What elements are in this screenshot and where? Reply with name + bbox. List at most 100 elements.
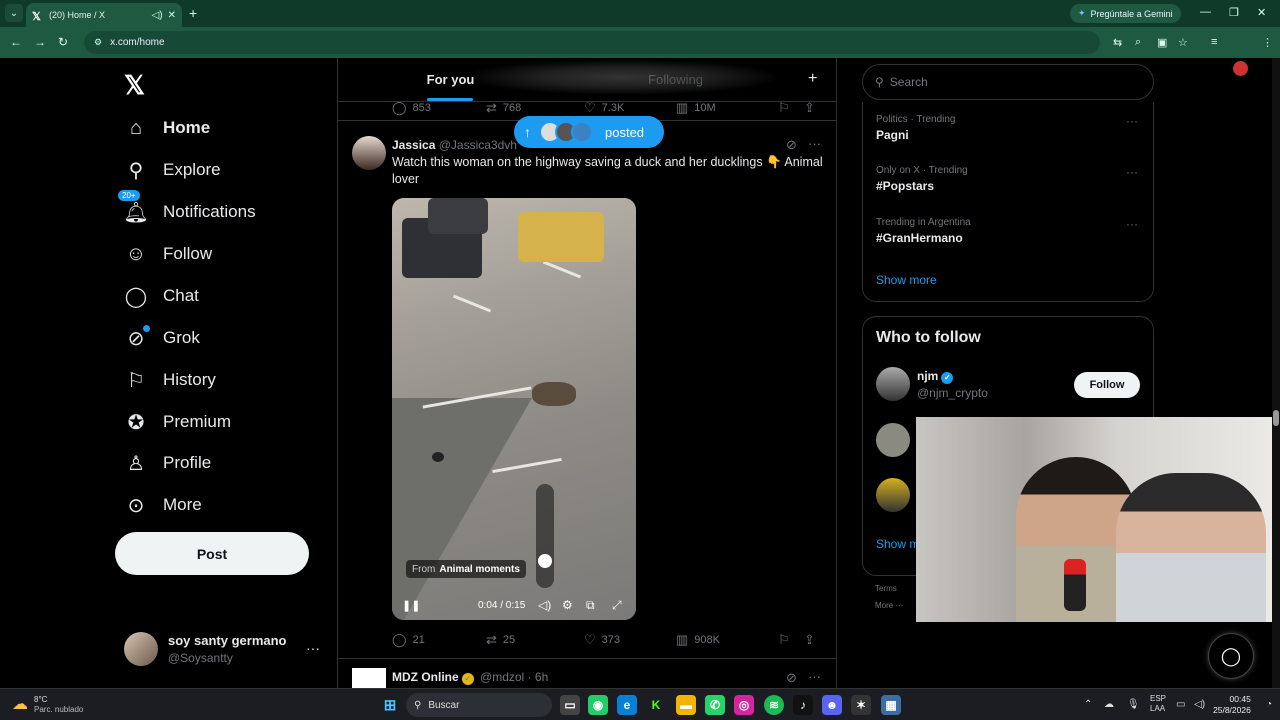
- back-icon[interactable]: ←: [10, 35, 22, 49]
- more-icon[interactable]: ···: [1126, 217, 1138, 231]
- windows-start-icon[interactable]: ⊞: [380, 695, 400, 715]
- onedrive-icon[interactable]: ☁: [1104, 699, 1114, 710]
- close-tab-icon[interactable]: ✕: [168, 10, 176, 21]
- grok-icon[interactable]: ⊘: [786, 670, 797, 686]
- post-button[interactable]: Post: [115, 532, 309, 575]
- tweet-video[interactable]: From Animal moments ❚❚ 0:04 / 0:15 ◁) ⚙ ⧉…: [392, 198, 636, 620]
- calculator-icon[interactable]: ▦: [881, 695, 901, 715]
- avatar[interactable]: [352, 136, 386, 170]
- nav-notifications[interactable]: 🔔︎ 20+ Notifications: [118, 190, 256, 227]
- tab-search-button[interactable]: ⌄: [5, 4, 23, 22]
- address-bar[interactable]: ⚙ x.com/home: [84, 31, 1100, 54]
- reply-button[interactable]: ◯ 853: [392, 100, 486, 116]
- maximize-button[interactable]: ❐: [1229, 6, 1239, 19]
- nav-profile[interactable]: ♙ Profile: [124, 448, 211, 478]
- bookmark-button[interactable]: ⚐: [778, 100, 804, 116]
- file-explorer-icon[interactable]: ▬: [676, 695, 696, 715]
- follow-suggestion[interactable]: [876, 423, 917, 457]
- gemini-button[interactable]: ✦ Pregúntale a Gemini: [1070, 4, 1181, 23]
- volume-slider[interactable]: [536, 484, 554, 588]
- follow-button[interactable]: Follow: [1074, 372, 1140, 398]
- mic-icon[interactable]: 🎙︎: [1127, 699, 1140, 710]
- next-tweet-author-name[interactable]: MDZ Online: [392, 670, 459, 684]
- close-window-button[interactable]: ✕: [1257, 6, 1266, 19]
- whatsapp-icon[interactable]: ✆: [705, 695, 725, 715]
- tweet-author-handle[interactable]: @Jassica3dvh: [439, 138, 517, 152]
- forward-icon[interactable]: →: [34, 35, 46, 49]
- more-icon[interactable]: ···: [808, 136, 821, 151]
- chrome-icon[interactable]: ◉: [588, 695, 608, 715]
- add-feed-icon[interactable]: +: [808, 70, 817, 88]
- site-info-icon[interactable]: ⚙: [94, 37, 102, 48]
- trend-item[interactable]: Politics · Trending Pagni ···: [876, 114, 1138, 142]
- like-button[interactable]: ♡ 373: [584, 632, 676, 648]
- chat-fab-button[interactable]: ◯: [1208, 633, 1254, 679]
- footer-more-link[interactable]: More ···: [875, 601, 903, 610]
- pip-icon[interactable]: ⧉: [586, 598, 595, 613]
- account-switcher[interactable]: soy santy germano @Soysantty ···: [124, 632, 320, 666]
- reload-icon[interactable]: ↻: [58, 35, 68, 49]
- discord-icon[interactable]: ☻: [822, 695, 842, 715]
- tiktok-icon[interactable]: ♪: [793, 695, 813, 715]
- repost-button[interactable]: ⇄ 768: [486, 100, 584, 116]
- more-icon[interactable]: ···: [1126, 114, 1138, 128]
- speaker-icon[interactable]: ◁): [152, 10, 163, 21]
- search-input[interactable]: ⚲ Search: [862, 64, 1154, 100]
- tweet-author-name[interactable]: Jassica: [392, 138, 435, 152]
- x-logo-icon[interactable]: 𝕏: [124, 70, 145, 101]
- language-indicator[interactable]: ESP LAA: [1150, 694, 1166, 714]
- minimize-button[interactable]: —: [1200, 6, 1211, 18]
- bookmark-star-icon[interactable]: ☆: [1178, 36, 1188, 49]
- more-icon[interactable]: ···: [808, 669, 821, 684]
- clock[interactable]: 00:45 25/8/2026: [1213, 694, 1251, 716]
- new-posts-pill[interactable]: ↑ posted: [514, 116, 664, 148]
- nav-home[interactable]: ⌂ Home: [124, 113, 210, 143]
- grok-icon[interactable]: ⊘: [786, 137, 797, 153]
- trend-item[interactable]: Only on X · Trending #Popstars ···: [876, 165, 1138, 193]
- volume-icon[interactable]: ◁): [538, 598, 551, 612]
- share-button[interactable]: ⇪: [804, 632, 821, 648]
- views-button[interactable]: ▥ 10M: [676, 100, 778, 116]
- task-view-icon[interactable]: ▭: [560, 695, 580, 715]
- trend-item[interactable]: Trending in Argentina #GranHermano ···: [876, 217, 1138, 245]
- instagram-icon[interactable]: ◎: [734, 695, 754, 715]
- nav-explore[interactable]: ⚲ Explore: [124, 155, 221, 185]
- zoom-icon[interactable]: ⌕: [1135, 36, 1141, 49]
- more-icon[interactable]: ···: [1126, 165, 1138, 179]
- reading-list-icon[interactable]: ≡: [1211, 36, 1217, 48]
- volume-tray-icon[interactable]: ◁): [1194, 699, 1205, 710]
- settings-icon[interactable]: ⚙: [562, 598, 573, 612]
- kick-icon[interactable]: K: [646, 695, 666, 715]
- account-more-icon[interactable]: ···: [306, 640, 320, 656]
- nav-chat[interactable]: ◯ Chat: [124, 281, 199, 311]
- reply-button[interactable]: ◯ 21: [392, 632, 486, 648]
- taskbar-search[interactable]: ⚲ Buscar: [406, 693, 552, 717]
- share-button[interactable]: ⇪: [804, 100, 821, 116]
- next-tweet-handle[interactable]: @mdzol: [480, 670, 524, 684]
- nav-grok[interactable]: ⊘ Grok: [124, 323, 200, 353]
- nav-more[interactable]: ⊙ More: [124, 490, 202, 520]
- notifications-tray-icon[interactable]: ◔: [1266, 699, 1272, 710]
- repost-button[interactable]: ⇄ 25: [486, 632, 584, 648]
- fullscreen-icon[interactable]: ⤢: [612, 598, 622, 613]
- new-tab-button[interactable]: +: [189, 5, 197, 21]
- extension-icon[interactable]: ▣: [1157, 36, 1167, 49]
- scrollbar-thumb[interactable]: [1273, 410, 1279, 426]
- network-icon[interactable]: ▭: [1176, 699, 1185, 710]
- nav-history[interactable]: ⚐ History: [124, 365, 216, 395]
- weather-widget[interactable]: ☁ 8°C Parc. nublado: [12, 694, 83, 714]
- show-more-link[interactable]: Show m: [876, 537, 919, 551]
- show-more-link[interactable]: Show more: [876, 273, 937, 287]
- follow-suggestion[interactable]: [876, 478, 917, 512]
- app-icon[interactable]: ✶: [851, 695, 871, 715]
- footer-terms-link[interactable]: Terms: [875, 584, 897, 593]
- browser-tab[interactable]: 𝕏 (20) Home / X ◁) ✕: [26, 3, 182, 27]
- like-button[interactable]: ♡ 7.3K: [584, 100, 676, 116]
- nav-premium[interactable]: ✪ Premium: [124, 407, 231, 437]
- tray-chevron-icon[interactable]: ⌃: [1084, 699, 1092, 710]
- follow-suggestion[interactable]: njm ✓ @njm_crypto: [876, 367, 988, 401]
- browser-menu-icon[interactable]: ⋮: [1262, 36, 1273, 49]
- scrollbar[interactable]: [1272, 58, 1280, 688]
- edge-icon[interactable]: e: [617, 695, 637, 715]
- avatar[interactable]: mdz: [352, 668, 386, 688]
